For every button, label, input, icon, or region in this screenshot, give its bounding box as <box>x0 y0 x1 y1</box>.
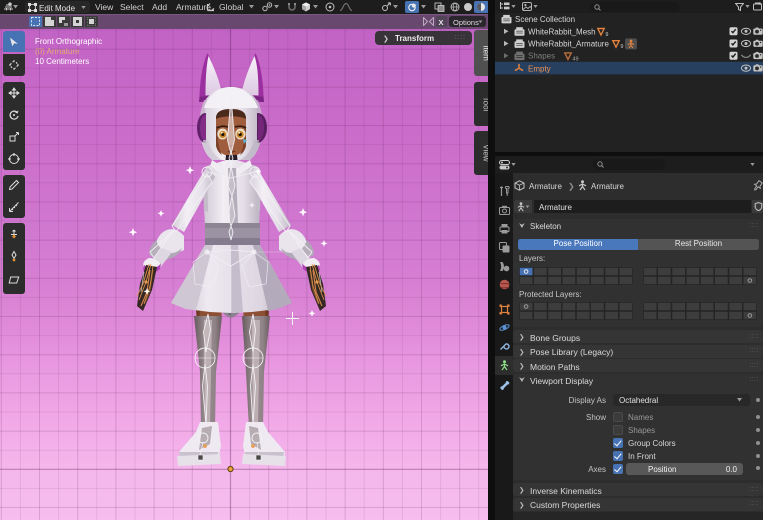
svg-text:Empty: Empty <box>528 64 551 73</box>
svg-text:49: 49 <box>572 56 578 62</box>
svg-text:9: 9 <box>620 44 623 50</box>
svg-text:WhiteRabbit_Mesh: WhiteRabbit_Mesh <box>528 27 596 36</box>
svg-text:WhiteRabbit_Armature: WhiteRabbit_Armature <box>528 40 609 49</box>
svg-text:Scene Collection: Scene Collection <box>515 15 575 24</box>
svg-text:Shapes: Shapes <box>528 52 555 61</box>
svg-text:9: 9 <box>605 32 608 38</box>
